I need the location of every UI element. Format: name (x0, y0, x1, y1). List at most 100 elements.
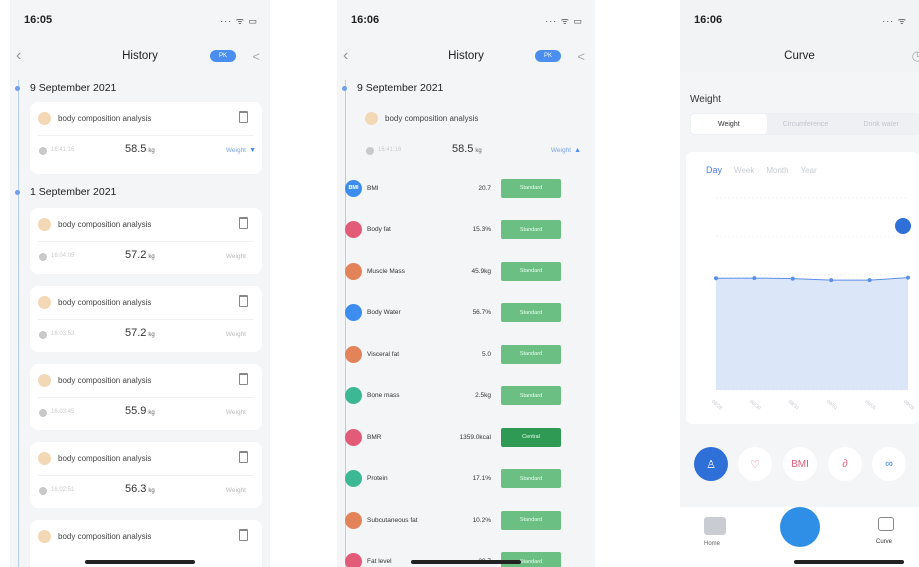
metric-value: 2.5kg (475, 392, 491, 399)
date-heading: 9 September 2021 (15, 82, 116, 94)
data-point (906, 275, 910, 280)
bone-icon (345, 387, 362, 404)
metric-value: 17.1% (472, 475, 491, 482)
share-icon[interactable]: < (252, 49, 260, 64)
trash-icon[interactable] (239, 111, 248, 123)
record-title: body composition analysis (58, 454, 152, 463)
metric-row[interactable]: Visceral fat 5.0 Standard (345, 332, 583, 376)
divider (38, 475, 254, 476)
bmi-icon[interactable]: BMI (783, 447, 817, 481)
record-card[interactable]: body composition analysis 16:03:45 55.9 k… (30, 364, 262, 430)
trash-icon[interactable] (239, 529, 248, 541)
record-title: body composition analysis (58, 220, 152, 229)
back-arrow-icon[interactable]: ‹ (16, 47, 21, 65)
x-tick-label: 08/31 (787, 399, 801, 412)
protein-icon (345, 470, 362, 487)
home-icon[interactable] (704, 517, 726, 535)
record-card[interactable]: body composition analysis 16:04:05 57.2 k… (30, 208, 262, 274)
x-tick-label: 09/01 (825, 399, 839, 412)
record-kind: Weight (225, 147, 246, 154)
expand-icon[interactable] (895, 218, 911, 234)
heart-icon[interactable]: ♡ (738, 447, 772, 481)
status-badge: Standard (501, 510, 561, 530)
page-title: Curve (784, 50, 815, 62)
record-value: 56.3 kg (125, 483, 155, 495)
metric-value: 15.3% (472, 226, 491, 233)
metric-row[interactable]: BMI BMI 20.7 Standard (345, 166, 583, 210)
curve-icon[interactable] (878, 517, 894, 531)
segment-drink-water[interactable]: Drink water (843, 113, 919, 135)
status-bar: 16:05 ··· ᯤ ▭ (10, 0, 270, 40)
bodyfat-icon[interactable]: ∂ (828, 447, 862, 481)
status-badge: Central (501, 427, 561, 447)
segment-circumference[interactable]: Circumference (768, 113, 844, 135)
wifi-battery-icon: ··· ᯤ ▭ (545, 15, 583, 26)
status-time: 16:05 (24, 14, 53, 26)
metric-row[interactable]: Muscle Mass 45.9kg Standard (345, 249, 583, 293)
x-tick-label: 08/26 (710, 399, 724, 412)
bmr-icon (345, 428, 362, 446)
chevron-down-icon[interactable]: ▼ (249, 147, 256, 154)
body-icon[interactable]: ♙ (694, 447, 728, 481)
pk-button[interactable]: PK (535, 50, 561, 62)
status-badge: Standard (501, 303, 561, 322)
wifi-battery-icon: ··· ᯤ (882, 15, 907, 26)
metric-row[interactable]: Bone mass 2.5kg Standard (345, 374, 583, 418)
leaf-icon (38, 530, 51, 543)
metric-row[interactable]: BMR 1359.0kcal Central (345, 415, 583, 459)
metric-row[interactable]: Body Water 56.7% Standard (345, 291, 583, 335)
home-indicator (794, 560, 904, 564)
data-point (752, 276, 757, 281)
record-card[interactable]: body composition analysis 16:41:16 58.5 k… (30, 102, 262, 174)
record-kind: Weight (550, 147, 571, 154)
history-screen-list: 16:05 ··· ᯤ ▭ ‹ History PK < 9 September… (10, 0, 270, 567)
record-card[interactable]: body composition analysis 16:41:16 58.5 k… (357, 102, 587, 166)
water-icon[interactable]: ∞ (872, 447, 906, 481)
history-clock-icon[interactable]: ◷ (912, 48, 919, 64)
measure-button[interactable] (780, 507, 820, 547)
nav-bar: ‹ History PK < (337, 40, 595, 72)
divider (38, 319, 254, 320)
record-time: 16:03:53 (51, 331, 75, 337)
home-indicator (411, 560, 521, 564)
trash-icon[interactable] (239, 373, 248, 385)
leaf-icon (365, 112, 378, 125)
chevron-up-icon[interactable]: ▲ (574, 147, 581, 154)
metric-value: 1359.0kcal (459, 433, 491, 441)
status-time: 16:06 (351, 14, 380, 26)
divider (38, 135, 254, 136)
segment-weight[interactable]: Weight (691, 114, 767, 134)
trash-icon[interactable] (239, 451, 248, 463)
metric-name: Visceral fat (367, 350, 400, 358)
weight-area-chart: 08/26 08/30 08/31 09/01 09/05 09/09 (710, 197, 916, 412)
date-heading: 1 September 2021 (15, 186, 116, 198)
status-badge: Standard (501, 261, 561, 281)
chart-card: Day Week Month Year 08/26 08/30 08/31 09/01… (686, 152, 919, 424)
wifi-battery-icon: ··· ᯤ ▭ (220, 15, 258, 26)
timeline-dot (15, 86, 20, 91)
metric-name: BMR (367, 433, 382, 441)
tab-curve[interactable]: Curve (876, 539, 892, 545)
pk-button[interactable]: PK (210, 50, 236, 62)
record-time: 16:04:05 (51, 253, 75, 259)
back-arrow-icon[interactable]: ‹ (343, 47, 348, 65)
curve-screen: 16:06 ··· ᯤ Curve ◷ Weight Weight Circum… (680, 0, 919, 567)
share-icon[interactable]: < (577, 49, 585, 64)
timeline-dot (15, 190, 20, 195)
metric-row[interactable]: Subcutaneous fat 10.2% Standard (345, 498, 583, 542)
tab-home[interactable]: Home (704, 541, 720, 547)
home-indicator (85, 560, 195, 564)
record-card[interactable]: body composition analysis 16:02:51 56.3 k… (30, 442, 262, 508)
clock-icon (39, 147, 47, 155)
metric-row[interactable]: Protein 17.1% Standard (345, 457, 583, 501)
bodyfat-icon (345, 221, 362, 238)
status-badge: Standard (501, 178, 561, 198)
metric-name: Body fat (367, 226, 391, 233)
metric-row[interactable]: Body fat 15.3% Standard (345, 208, 583, 252)
subcutaneous-icon (345, 511, 362, 529)
record-card[interactable]: body composition analysis 16:03:53 57.2 k… (30, 286, 262, 352)
leaf-icon (38, 296, 51, 309)
trash-icon[interactable] (239, 217, 248, 229)
trash-icon[interactable] (239, 295, 248, 307)
metric-name: Protein (367, 475, 388, 482)
